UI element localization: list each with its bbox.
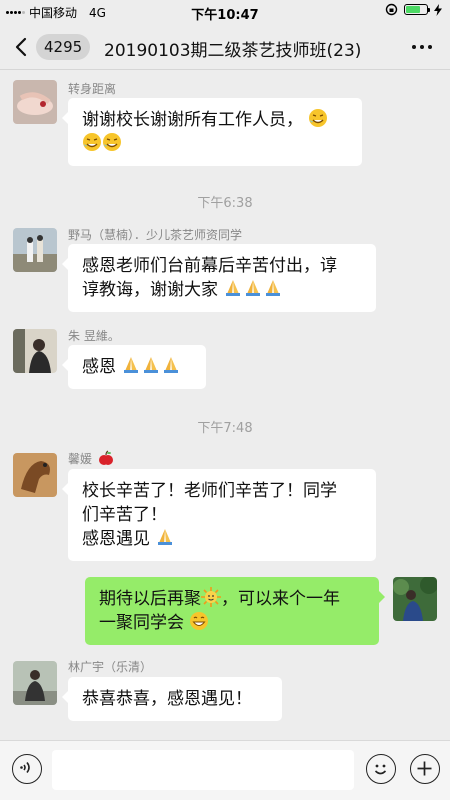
more-functions-button[interactable]	[410, 754, 440, 784]
message-bubble[interactable]: 恭喜恭喜，感恩遇见！	[62, 677, 282, 721]
unread-count-badge[interactable]: 4295	[36, 34, 91, 60]
avatar[interactable]	[13, 453, 57, 497]
message-text-line: 校长辛苦了！老师们辛苦了！同学	[82, 481, 337, 501]
chat-header: 4295 20190103期二级茶艺技师班(23)	[0, 24, 450, 70]
message-bubble[interactable]: 谢谢校长谢谢所有工作人员，	[62, 98, 362, 166]
avatar[interactable]	[13, 228, 57, 272]
message-text-line: 谆教诲，谢谢大家	[82, 280, 218, 300]
grin-sweat-icon	[103, 133, 121, 151]
message-text-line: 感恩遇见	[82, 529, 150, 549]
back-arrow-icon[interactable]	[14, 37, 28, 57]
voice-input-button[interactable]	[12, 754, 42, 784]
charging-bolt-icon	[434, 3, 442, 16]
pray-icon	[226, 280, 241, 296]
rotation-lock-icon	[385, 3, 398, 16]
smiley-icon	[374, 764, 387, 775]
pray-icon	[246, 280, 261, 296]
message-bubble[interactable]: 感恩	[62, 345, 206, 389]
message-text-line: 期待以后再聚	[99, 589, 201, 609]
pray-icon	[164, 357, 179, 373]
timestamp: 下午7:48	[197, 421, 253, 436]
sender-name: 野马（慧楠）．少儿茶艺师资同学	[68, 228, 243, 242]
pray-icon	[144, 357, 159, 373]
grin-sweat-icon	[83, 133, 101, 151]
message-text-line: 一聚同学会	[99, 613, 184, 633]
sun-face-icon	[201, 587, 221, 607]
sender-name: 馨媛	[68, 450, 114, 467]
emoji-button[interactable]	[366, 754, 396, 784]
pray-icon	[124, 357, 139, 373]
apple-icon	[98, 450, 113, 465]
message-bubble[interactable]: 感恩老师们台前幕后辛苦付出，谆 谆教诲，谢谢大家	[62, 244, 376, 312]
grin-sweat-icon	[309, 109, 328, 127]
message-text-line: 感恩老师们台前幕后辛苦付出，谆	[82, 256, 337, 276]
avatar[interactable]	[13, 329, 57, 373]
message-text: 谢谢校长谢谢所有工作人员，	[82, 110, 303, 130]
message-text: 恭喜恭喜，感恩遇见！	[82, 689, 252, 709]
pray-icon	[158, 529, 173, 545]
grin-icon	[190, 612, 209, 630]
my-message-bubble[interactable]: 期待以后再聚 ，可以来个一年 一聚同学会	[85, 577, 385, 645]
sender-name-text: 馨媛	[68, 452, 93, 466]
my-avatar[interactable]	[393, 577, 437, 621]
status-bar: 中国移动 4G 下午10:47	[0, 0, 450, 24]
message-text-line: 们辛苦了！	[82, 505, 167, 525]
input-bar	[0, 740, 450, 800]
timestamp: 下午6:38	[197, 196, 253, 211]
avatar[interactable]	[13, 80, 57, 124]
sender-name: 林广宇（乐清）	[68, 660, 153, 674]
message-text: 感恩	[82, 357, 116, 377]
voice-icon	[20, 762, 30, 773]
message-bubble[interactable]: 校长辛苦了！老师们辛苦了！同学 们辛苦了！ 感恩遇见	[62, 469, 376, 561]
more-options-icon[interactable]	[412, 45, 432, 49]
pray-icon	[266, 280, 281, 296]
status-right	[385, 3, 442, 16]
status-time: 下午10:47	[191, 8, 259, 23]
sender-name: 朱 昱維。	[68, 329, 120, 343]
plus-icon	[417, 761, 432, 776]
chat-title: 20190103期二级茶艺技师班(23)	[104, 41, 362, 61]
message-input[interactable]	[52, 750, 354, 790]
sender-name: 转身距离	[68, 82, 117, 96]
avatar[interactable]	[13, 661, 57, 705]
message-text-line: ，可以来个一年	[221, 589, 340, 609]
battery-icon	[404, 4, 430, 15]
